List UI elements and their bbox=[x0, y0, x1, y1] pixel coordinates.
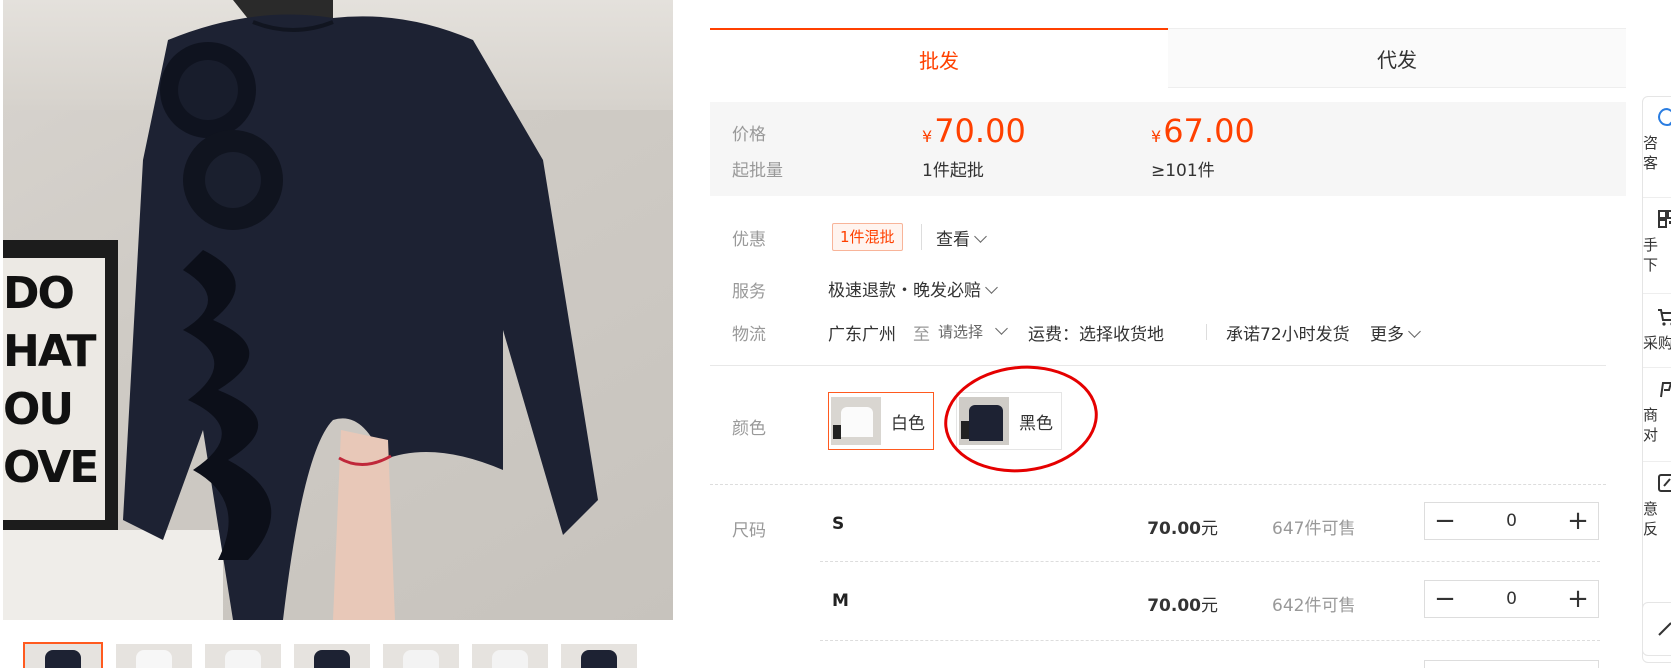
sidebar-item-mobile[interactable]: 手下 bbox=[1643, 209, 1671, 275]
thumbnail[interactable] bbox=[23, 642, 103, 668]
logistics-label: 物流 bbox=[732, 325, 766, 345]
size-price-value: 70.00 bbox=[1147, 596, 1201, 616]
currency-symbol: ¥ bbox=[922, 127, 933, 146]
service-label: 服务 bbox=[732, 282, 766, 302]
thumbnail[interactable] bbox=[472, 644, 548, 668]
tier-moq: ≥101件 bbox=[1151, 161, 1215, 181]
product-main-image[interactable]: DO HAT OU OVE bbox=[3, 0, 673, 620]
size-price-value: 70.00 bbox=[1147, 519, 1201, 539]
tab-wholesale[interactable]: 批发 bbox=[710, 28, 1168, 88]
tier-price-value: 67.00 bbox=[1163, 112, 1255, 150]
quantity-stepper: − 0 + bbox=[1424, 502, 1599, 540]
thumbnail[interactable] bbox=[561, 644, 637, 668]
promo-view-link[interactable]: 查看 bbox=[936, 225, 987, 250]
color-label: 颜色 bbox=[732, 419, 766, 439]
quantity-input[interactable]: 0 bbox=[1465, 589, 1558, 609]
cart-icon bbox=[1658, 309, 1671, 326]
sidebar-divider bbox=[1643, 197, 1671, 198]
sidebar-item-cart[interactable]: 采购 bbox=[1643, 307, 1671, 353]
ship-from: 广东广州 bbox=[828, 325, 896, 345]
sidebar-label: 商 bbox=[1643, 406, 1659, 424]
feedback-icon bbox=[1658, 474, 1671, 492]
promo-tag: 1件混批 bbox=[832, 223, 903, 251]
size-price: 70.00元 bbox=[1128, 514, 1218, 539]
sidebar-item-feedback[interactable]: 意反 bbox=[1643, 473, 1671, 539]
sidebar-label: 采购 bbox=[1643, 334, 1671, 352]
sidebar-label: 咨 bbox=[1643, 134, 1659, 152]
service-dropdown[interactable]: 极速退款・晚发必赔 bbox=[828, 276, 998, 301]
chat-icon bbox=[1658, 107, 1671, 126]
service-value: 极速退款・晚发必赔 bbox=[828, 281, 981, 301]
shipping-promise: 承诺72小时发货 bbox=[1226, 325, 1350, 345]
stock-count: 642件可售 bbox=[1272, 596, 1356, 616]
sidebar-label: 意 bbox=[1643, 500, 1659, 518]
destination-select-label: 请选择 bbox=[938, 323, 984, 341]
sidebar-item-consult[interactable]: 咨客 bbox=[1643, 107, 1671, 173]
price-label: 价格 bbox=[732, 125, 766, 145]
swatch-thumbnail bbox=[831, 397, 881, 445]
sidebar-divider bbox=[1643, 293, 1671, 294]
more-label: 更多 bbox=[1370, 325, 1404, 345]
chevron-down-icon bbox=[995, 322, 1008, 335]
back-to-top-button[interactable] bbox=[1642, 602, 1671, 656]
sidebar-label: 对 bbox=[1643, 426, 1659, 444]
sidebar-divider bbox=[1643, 461, 1671, 462]
freight-info: 运费：选择收货地 bbox=[1028, 325, 1164, 345]
promo-view-label: 查看 bbox=[936, 230, 970, 250]
section-divider bbox=[710, 484, 1606, 485]
quantity-stepper: − 0 + bbox=[1424, 580, 1599, 618]
color-option-label: 白色 bbox=[891, 413, 925, 434]
thumbnail[interactable] bbox=[205, 644, 281, 668]
thumbnail[interactable] bbox=[383, 644, 459, 668]
sidebar-item-compare[interactable]: 商对 bbox=[1643, 379, 1671, 445]
section-divider bbox=[710, 365, 1606, 366]
size-name: M bbox=[832, 591, 849, 611]
chevron-down-icon bbox=[1408, 325, 1421, 338]
ship-to-word: 至 bbox=[913, 325, 930, 345]
annotation-circle bbox=[938, 358, 1104, 480]
sidebar-label: 手 bbox=[1643, 236, 1659, 254]
size-price-unit: 元 bbox=[1201, 519, 1218, 539]
color-option-white[interactable]: 白色 bbox=[828, 392, 934, 450]
stock-count: 647件可售 bbox=[1272, 519, 1356, 539]
tier-price-value: 70.00 bbox=[934, 112, 1026, 150]
size-price: 70.00元 bbox=[1128, 591, 1218, 616]
tier-moq: 1件起批 bbox=[922, 161, 984, 181]
sidebar-label: 下 bbox=[1643, 256, 1659, 274]
increment-button[interactable]: + bbox=[1558, 503, 1598, 539]
decrement-button[interactable]: − bbox=[1425, 503, 1465, 539]
compare-icon bbox=[1660, 382, 1671, 398]
tier-price: ¥67.00 bbox=[1151, 115, 1255, 153]
sidebar-label: 客 bbox=[1643, 154, 1659, 172]
thumbnail[interactable] bbox=[116, 644, 192, 668]
chevron-down-icon bbox=[985, 281, 998, 294]
row-divider bbox=[820, 640, 1600, 641]
tier-price: ¥70.00 bbox=[922, 115, 1026, 153]
arrow-up-icon bbox=[1658, 622, 1671, 636]
decrement-button[interactable]: − bbox=[1425, 581, 1465, 617]
quantity-input[interactable]: 0 bbox=[1465, 511, 1558, 531]
sidebar-label: 反 bbox=[1643, 520, 1659, 538]
currency-symbol: ¥ bbox=[1151, 127, 1162, 146]
quantity-stepper-partial bbox=[1424, 660, 1599, 668]
divider bbox=[1206, 324, 1207, 340]
sidebar-divider bbox=[1643, 367, 1671, 368]
right-sidebar: 咨客 手下 采购 商对 意反 bbox=[1642, 96, 1671, 663]
tab-dropship[interactable]: 代发 bbox=[1168, 28, 1626, 88]
size-price-unit: 元 bbox=[1201, 596, 1218, 616]
shirt-illustration bbox=[123, 0, 598, 620]
qrcode-icon bbox=[1658, 210, 1671, 228]
size-label: 尺码 bbox=[732, 521, 766, 541]
increment-button[interactable]: + bbox=[1558, 581, 1598, 617]
row-divider bbox=[820, 561, 1600, 562]
thumbnail[interactable] bbox=[294, 644, 370, 668]
promo-label: 优惠 bbox=[732, 230, 766, 250]
more-logistics-link[interactable]: 更多 bbox=[1370, 320, 1421, 345]
moq-label: 起批量 bbox=[732, 161, 783, 181]
divider bbox=[921, 224, 922, 250]
size-name: S bbox=[832, 514, 845, 534]
chevron-down-icon bbox=[974, 230, 987, 243]
destination-select[interactable]: 请选择 bbox=[938, 321, 1008, 342]
